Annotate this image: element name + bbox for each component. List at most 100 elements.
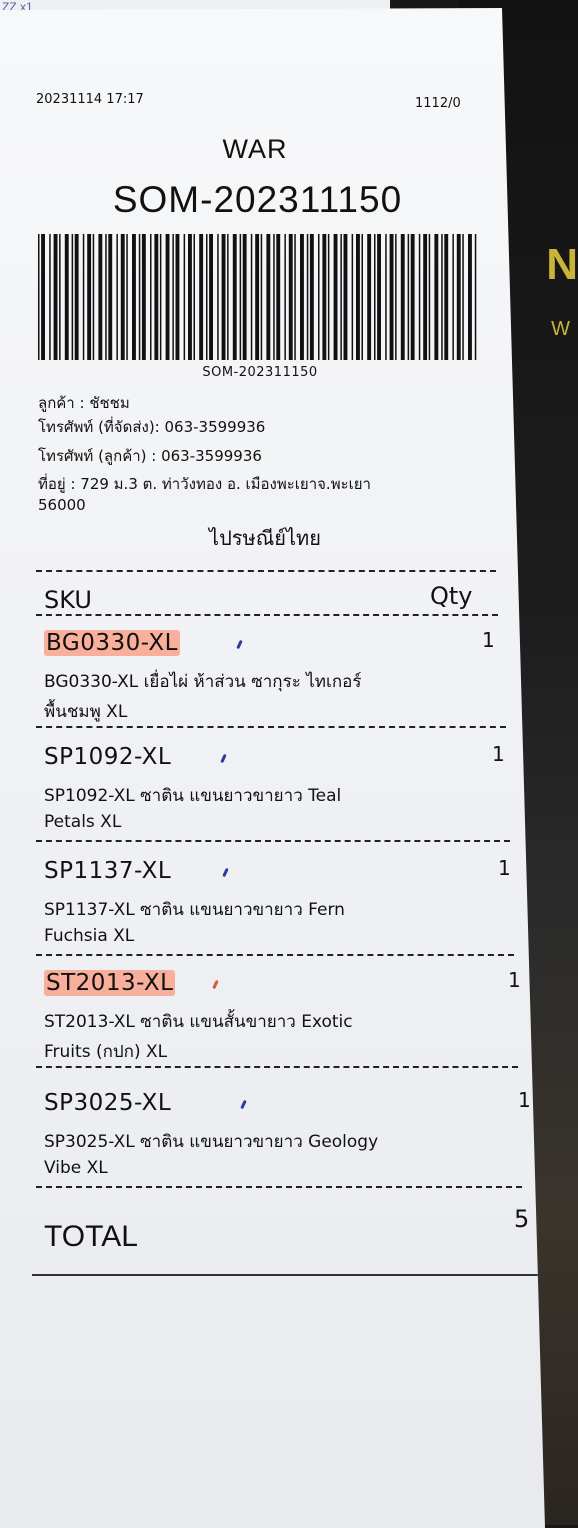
background-brand-letter: N [546,240,578,289]
barcode-bar [284,234,286,360]
item-description-line-2: Vibe XL [44,1158,108,1178]
pen-check-mark [240,1099,247,1110]
barcode-bar [217,234,219,360]
divider [36,1186,522,1188]
barcode-bar [273,234,275,360]
barcode-bar [322,234,327,360]
barcode-bar [154,234,159,360]
item-sku-text: ST2013-XL [44,970,176,996]
barcode-bar [82,234,85,360]
item-sku-text: SP1137-XL [44,858,172,884]
barcode-bar [126,234,128,360]
divider [36,726,506,728]
barcode-bar [221,234,226,360]
barcode-bar [108,234,113,360]
item-qty: 1 [508,968,521,992]
item-qty: 1 [518,1088,531,1112]
barcode-bar [209,234,213,360]
barcode-bar [150,234,152,360]
barcode-bar [434,234,439,360]
item-sku-text: BG0330-XL [44,630,180,656]
barcode-bar [255,234,260,360]
barcode-bar [87,234,92,360]
barcode-bar [64,234,69,360]
barcode-bar [227,234,229,360]
pen-check-mark [220,753,227,764]
barcode-bar [474,234,477,360]
bottom-rule [32,1274,545,1276]
item-sku: SP3025-XL [44,1090,171,1116]
barcode-bar [165,234,170,360]
barcode-bar [183,234,186,360]
barcode-bar [444,234,449,360]
item-qty: 1 [482,628,495,652]
barcode-bar [175,234,180,360]
item-description-line-1: BG0330-XL เยื่อไผ่ ห้าส่วน ซากุระ ไทเกอร… [44,672,362,692]
receipt-code: 1112/0 [415,96,461,111]
barcode-bar [300,234,304,360]
phone-shipping: โทรศัพท์ (ที่จัดส่ง): 063-3599936 [38,418,266,436]
barcode-bar [407,234,410,360]
barcode-bar [351,234,354,360]
barcode-bar [327,234,330,360]
barcode-bar [250,234,253,360]
barcode-bar [356,234,360,360]
divider [36,1066,518,1068]
barcode-bar [294,234,296,360]
shop-name: WAR [222,134,288,164]
barcode-bar [318,234,320,360]
barcode-bar [105,234,107,360]
order-id: SOM-202311150 [112,179,403,220]
item-sku: SP1092-XL [44,744,171,770]
barcode-bar [418,234,421,360]
barcode-bar [410,234,415,360]
barcode-bar [59,234,61,360]
pen-check-mark [222,867,229,878]
item-sku-text: SP3025-XL [44,1090,172,1116]
barcode-text: SOM-202311150 [202,365,318,380]
barcode-bar [74,234,79,360]
item-qty: 1 [498,856,511,880]
item-description-line-1: SP1137-XL ซาติน แขนยาวขายาว Fern [44,900,345,920]
item-sku-text: SP1092-XL [44,744,172,770]
barcode-bar [423,234,428,360]
barcode-bar [441,234,443,360]
barcode-bar [452,234,454,360]
barcode-bar [395,234,397,360]
barcode-bar [199,234,204,360]
barcode-bar [232,234,237,360]
item-sku: ST2013-XL [44,970,176,996]
item-sku: BG0330-XL [44,630,180,656]
customer-name: ลูกค้า : ชัชชม [38,394,130,412]
item-description-line-2: Petals XL [44,812,122,832]
barcode-bar [159,234,162,360]
barcode-bar [367,234,372,360]
barcode-bar [400,234,405,360]
barcode-bar [141,234,146,360]
column-header-sku: SKU [44,586,92,614]
barcode-bar [428,234,431,360]
receipt-datetime: 20231114 17:17 [36,92,144,107]
pen-check-mark [236,639,243,650]
barcode-bar [377,234,381,360]
barcode-bar [385,234,387,360]
barcode-bar [468,234,472,360]
item-description-line-2: Fuchsia XL [44,926,135,946]
address-line-2: 56000 [38,496,86,514]
barcode-bar [53,234,58,360]
barcode-bar [306,234,309,360]
barcode-bar [193,234,195,360]
item-description-line-1: SP3025-XL ซาติน แขนยาวขายาว Geology [44,1132,379,1152]
item-description-line-1: SP1092-XL ซาติน แขนยาวขายาว Teal [44,786,342,806]
barcode-bar [288,234,293,360]
column-header-qty: Qty [430,582,473,610]
address-line-1: ที่อยู่ : 729 ม.3 ต. ท่าวังทอง อ. เมืองพ… [38,475,371,493]
barcode-bar [340,234,342,360]
barcode-bar [116,234,118,360]
background-brand-sub: W [551,318,570,340]
divider [36,570,496,572]
barcode-bar [188,234,192,360]
barcode [38,234,477,360]
barcode-bar [49,234,51,360]
divider [36,954,514,956]
